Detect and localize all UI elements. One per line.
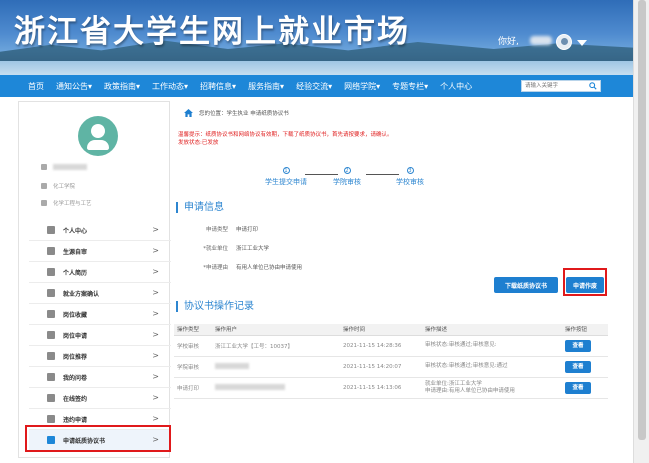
sidebar-item-favorites[interactable]: 岗位收藏 > [29,304,171,325]
nav-search-box [521,80,601,92]
step-submit: 1 学生提交申请 [265,167,307,186]
nav-item-academy[interactable]: 网络学院▾ [344,81,380,92]
chevron-down-icon[interactable] [577,40,587,46]
profile-avatar-icon [78,116,118,156]
view-button[interactable]: 查看 [565,360,591,373]
review-icon [47,247,55,255]
highlight-box-sidebar [25,425,171,452]
view-button[interactable]: 查看 [565,339,591,352]
column-header: 操作描述 [422,324,562,336]
search-icon[interactable] [586,81,600,91]
major-icon [41,200,47,206]
step-2-dot: 2 [343,167,351,174]
chevron-right-icon: > [152,330,159,339]
nav-item-notices[interactable]: 通知公告▾ [56,81,92,92]
chevron-right-icon: > [152,393,159,402]
sidebar-item-recommend[interactable]: 岗位推荐 > [29,346,171,367]
field-employer: *就业单位 浙江工业大学 [203,246,270,252]
sidebar-item-applications[interactable]: 岗位申请 > [29,325,171,346]
sidebar-info-major: 化学工程与工艺 [41,199,92,207]
nav-item-jobs[interactable]: 招聘信息▾ [200,81,236,92]
nav-item-policy[interactable]: 政策指南▾ [104,81,140,92]
column-header: 操作类型 [174,324,212,336]
download-agreement-button[interactable]: 下载纸质协议书 [494,277,558,293]
nav-item-services[interactable]: 服务指南▾ [248,81,284,92]
chevron-right-icon: > [152,246,159,255]
field-reason: *申请理由 有用人单位已协由申请使用 [203,265,303,271]
column-header: 操作时间 [340,324,422,336]
user-icon [47,226,55,234]
agreement-log-table: 操作类型 操作用户 操作时间 操作描述 操作按钮 学校审核 浙江工业大学【工号：… [174,324,608,399]
highlight-box-cancel [563,268,607,296]
user-avatar-icon[interactable] [556,34,572,50]
main-content: 您的位置：学生执业 申请纸质协议书 温馨提示：纸质协议书和网络协议有效期，下载了… [174,101,608,458]
field-apply-type: 申请类型 申请打印 [205,227,259,233]
page-scrollbar[interactable] [633,0,649,463]
warning-text: 温馨提示：纸质协议书和网络协议有效期，下载了纸质协议书，首先请按要求，请确认。 … [178,132,393,146]
search-input[interactable] [522,81,586,91]
college-icon [41,183,47,189]
sidebar-item-questionnaire[interactable]: 我的问卷 > [29,367,171,388]
greeting-text: 你好, [498,37,519,47]
step-3-dot: 3 [406,167,414,174]
student-icon [41,164,47,170]
site-title: 浙江省大学生网上就业市场 [14,14,410,50]
nav-item-experience[interactable]: 经验交流▾ [296,81,332,92]
chevron-right-icon: > [152,288,159,297]
chevron-right-icon: > [152,309,159,318]
section-title-log: 协议书操作记录 [176,301,254,312]
view-button[interactable]: 查看 [565,381,591,394]
table-row: 学校审核 浙江工业大学【工号：10037】 2021-11-15 14:28:3… [174,335,608,357]
apply-icon [47,331,55,339]
user-redacted [215,384,285,391]
nav-item-topics[interactable]: 专题专栏▾ [392,81,428,92]
table-row: 申请打印 2021-11-15 14:13:06 就业单位:浙江工业大学 申请理由… [174,377,608,399]
chevron-right-icon: > [152,414,159,423]
sidebar-item-online-sign[interactable]: 在线签约 > [29,388,171,409]
questionnaire-icon [47,373,55,381]
sidebar-item-resume[interactable]: 个人简历 > [29,262,171,283]
step-college-review: 2 学院审核 [333,167,361,186]
home-icon[interactable] [184,109,193,117]
chevron-right-icon: > [152,372,159,381]
sidebar-menu: 个人中心 > 生源自审 > 个人简历 > 就业方案确认 > 岗位收藏 > 岗位申请 > 岗位… [29,220,171,451]
chevron-right-icon: > [152,225,159,234]
section-title-apply: 申请信息 [176,202,224,213]
nav-item-personal-center[interactable]: 个人中心 [440,81,472,92]
step-school-review: 3 学校审核 [396,167,424,186]
page: 浙江省大学生网上就业市场 你好, 首页 通知公告▾ 政策指南▾ 工作动态▾ 招聘… [0,0,649,463]
nav-item-home[interactable]: 首页 [28,81,44,92]
sign-icon [47,394,55,402]
table-row: 学院审核 2021-11-15 14:20:07 审核状态:审核通过;审核意见:… [174,356,608,378]
chevron-right-icon: > [152,351,159,360]
column-header: 操作用户 [212,324,340,336]
top-nav: 首页 通知公告▾ 政策指南▾ 工作动态▾ 招聘信息▾ 服务指南▾ 经验交流▾ 网… [0,75,633,97]
breadcrumb: 您的位置：学生执业 申请纸质协议书 [184,109,289,117]
sidebar: 化工学院 化学工程与工艺 个人中心 > 生源自审 > 个人简历 > 就业方案确认 > 岗… [18,101,171,458]
plan-icon [47,289,55,297]
sidebar-info-college: 化工学院 [41,182,75,190]
sidebar-item-plan-confirm[interactable]: 就业方案确认 > [29,283,171,304]
nav-item-news[interactable]: 工作动态▾ [152,81,188,92]
sidebar-item-personal-center[interactable]: 个人中心 > [29,220,171,241]
breach-icon [47,415,55,423]
header-banner: 浙江省大学生网上就业市场 你好, [0,0,633,75]
table-header-row: 操作类型 操作用户 操作时间 操作描述 操作按钮 [174,324,608,336]
chevron-right-icon: > [152,267,159,276]
step-1-dot: 1 [282,167,290,174]
column-header: 操作按钮 [562,324,608,336]
recommend-icon [47,352,55,360]
username-redacted [530,36,552,45]
banner-water [0,61,633,75]
sidebar-info-blurred [41,164,87,170]
resume-icon [47,268,55,276]
star-icon [47,310,55,318]
scrollbar-thumb[interactable] [638,0,646,440]
sidebar-item-self-review[interactable]: 生源自审 > [29,241,171,262]
user-redacted [215,363,249,370]
